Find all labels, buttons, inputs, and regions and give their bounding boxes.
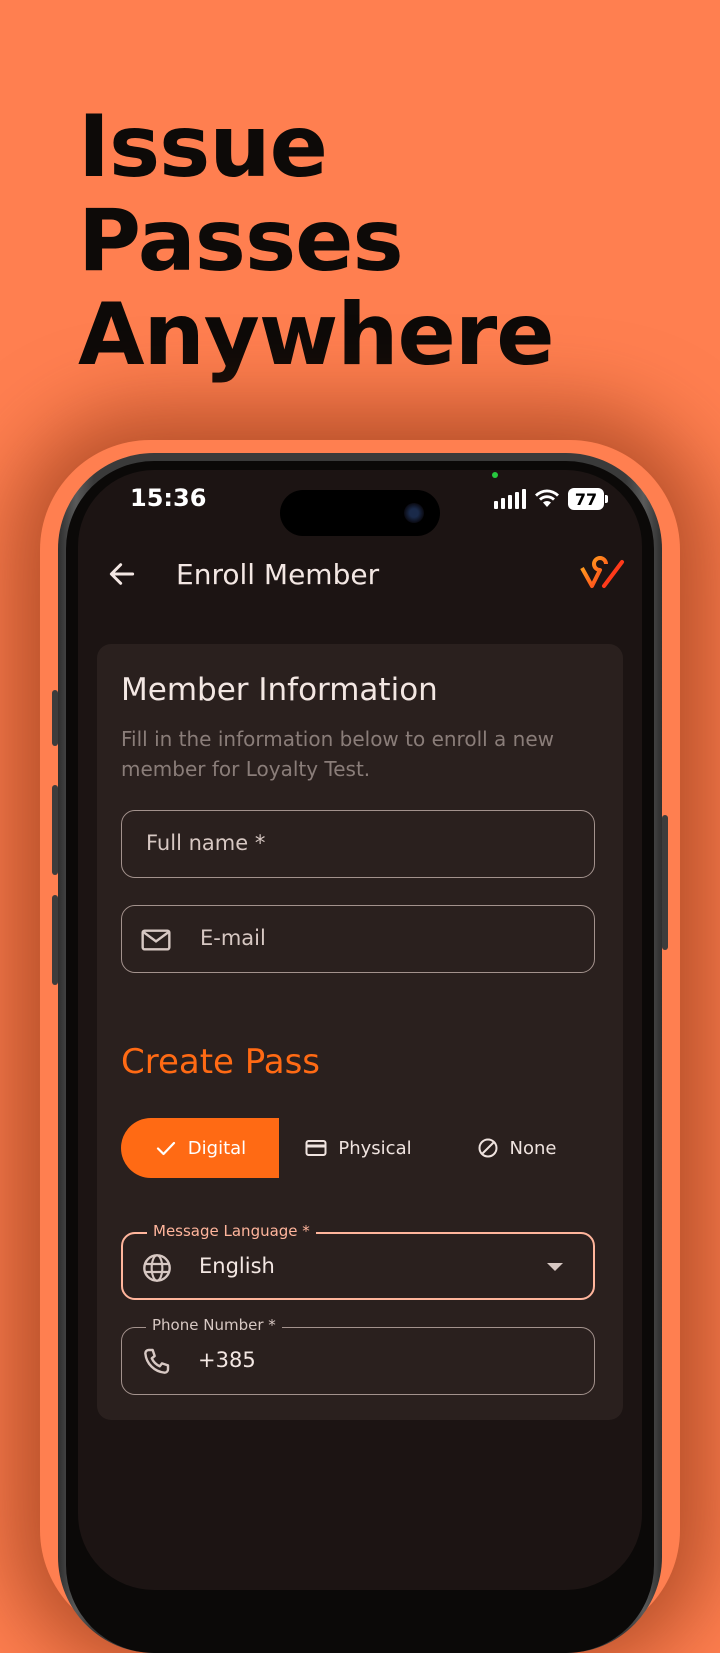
full-name-input[interactable]: Full name *	[121, 810, 595, 878]
page-title: Enroll Member	[176, 558, 380, 591]
full-name-placeholder: Full name *	[146, 831, 266, 855]
wifi-icon	[535, 489, 559, 507]
email-input[interactable]: E-mail	[121, 905, 595, 973]
pass-option-label: Physical	[338, 1137, 412, 1159]
signal-icon	[494, 489, 526, 509]
side-button-action	[52, 690, 58, 746]
back-arrow-icon[interactable]	[106, 558, 138, 590]
check-icon	[156, 1141, 175, 1156]
language-label: Message Language *	[147, 1222, 316, 1240]
phone-screen: 15:36 77 Enroll Member Member Informatio…	[78, 470, 642, 1590]
language-value: English	[199, 1254, 275, 1278]
side-button-volume-down	[52, 895, 58, 985]
status-icons: 77	[494, 488, 608, 510]
pass-option-label: None	[509, 1137, 557, 1159]
pass-option-label: Digital	[187, 1137, 247, 1159]
member-info-description: Fill in the information below to enroll …	[121, 727, 554, 781]
email-placeholder: E-mail	[200, 926, 266, 950]
card-icon	[305, 1140, 327, 1156]
pass-type-selector: Digital Physical None	[121, 1118, 595, 1178]
member-form-card: Member Information Fill in the informati…	[97, 644, 623, 1420]
block-icon	[478, 1138, 498, 1158]
mail-icon	[141, 929, 171, 951]
headline-line-1: Issue	[78, 97, 328, 197]
camera-icon	[404, 503, 424, 523]
battery-icon: 77	[568, 488, 608, 510]
pass-option-none[interactable]: None	[437, 1118, 595, 1178]
headline-line-3: Anywhere	[78, 285, 555, 385]
headline-line-2: Passes	[78, 191, 404, 291]
side-button-power	[662, 815, 668, 950]
privacy-indicator	[492, 472, 498, 478]
side-button-volume-up	[52, 785, 58, 875]
member-info-title: Member Information	[121, 672, 438, 708]
phone-icon	[144, 1348, 170, 1374]
headline: Issue Passes Anywhere	[78, 97, 555, 385]
pass-option-digital[interactable]: Digital	[121, 1118, 279, 1178]
phone-input[interactable]: Phone Number * +385	[121, 1316, 595, 1395]
app-bar: Enroll Member	[78, 548, 642, 604]
phone-label: Phone Number *	[146, 1316, 282, 1334]
dynamic-island	[280, 490, 440, 536]
create-pass-title: Create Pass	[121, 1042, 321, 1082]
brand-logo-icon	[580, 556, 624, 588]
dropdown-caret-icon[interactable]	[547, 1263, 563, 1271]
status-time: 15:36	[130, 484, 207, 512]
pass-option-physical[interactable]: Physical	[279, 1118, 437, 1178]
phone-value: +385	[198, 1348, 256, 1372]
language-select[interactable]: Message Language * English	[121, 1222, 595, 1300]
globe-icon	[143, 1254, 171, 1282]
